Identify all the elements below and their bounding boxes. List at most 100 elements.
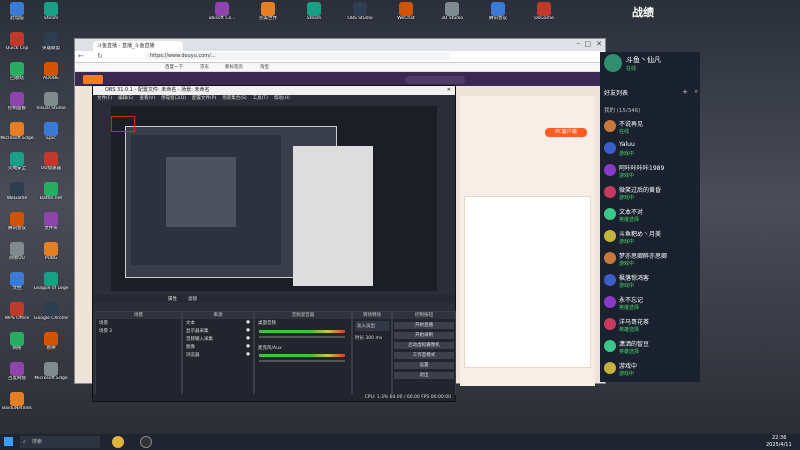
desktop-icon[interactable]: 文件夹 [34,212,68,246]
minimize-icon[interactable]: – [577,39,581,47]
friend-item[interactable]: 潇洒的智豆 英雄选择 [602,338,698,357]
desktop-icon[interactable]: Visual Studio [34,92,68,126]
control-button[interactable]: 工作室模式 [394,352,454,359]
obs-preview[interactable] [111,106,437,291]
friend-item[interactable]: 阿咔咔咔咔1989 游戏中 [602,162,698,181]
friend-item[interactable]: 洋马哥花茶 英雄选择 [602,316,698,335]
scene-item[interactable]: 场景 2 [96,327,181,335]
friend-item[interactable]: 不说再见 在线 [602,118,698,137]
douyu-search-input[interactable] [405,76,465,84]
start-icon[interactable] [4,437,13,446]
desktop-icon[interactable]: ubisoft Co... [205,2,239,36]
desktop-icon[interactable]: 腾讯会议 [0,212,34,246]
close-icon[interactable]: ✕ [596,40,602,48]
browser-tab[interactable]: 斗鱼直播 - 直播_斗鱼直播 [93,41,183,51]
control-button[interactable]: 开始直播 [394,322,454,329]
taskbar-app-chrome[interactable] [112,436,124,448]
desktop-icon[interactable]: 英雄联盟 [34,32,68,66]
bookmark-item[interactable]: 新标签页 [225,64,243,70]
control-button[interactable]: 退出 [394,372,454,379]
taskbar-app-obs[interactable] [140,436,152,448]
obs-menu-item[interactable]: 编辑(E) [118,96,133,101]
obs-menu-item[interactable]: 停靠窗口(D) [161,96,186,101]
eye-icon[interactable]: ● [246,352,250,357]
desktop-icon[interactable]: DoGame [527,2,561,36]
desktop-icon[interactable]: 控制面板 [0,92,34,126]
source-item[interactable]: ● 浏览器 [183,351,253,359]
desktop-icon[interactable]: 百度网盘 [0,362,34,396]
source-item[interactable]: ● 文本 [183,319,253,327]
desktop-icon[interactable]: WeGame [0,182,34,216]
desktop-icon[interactable]: PUBG [34,242,68,276]
scene-item[interactable]: 场景 [96,319,181,327]
friend-item[interactable]: 文本不对 英雄选择 [602,206,698,225]
toolbar-properties[interactable]: 属性 [168,296,177,302]
eye-icon[interactable]: ● [246,336,250,341]
desktop-icon[interactable]: Steam [297,2,331,36]
friend-item[interactable]: 梦亦思卿醉亦思卿 游戏中 [602,250,698,269]
maximize-icon[interactable]: □ [584,40,591,48]
desktop-icon[interactable]: 3D Studio [435,2,469,36]
back-icon[interactable]: ← [78,52,84,60]
desktop-icon[interactable]: 文档 [0,272,34,306]
desktop-icon[interactable]: WeChat [389,2,423,36]
close-icon[interactable]: ✕ [447,86,451,95]
control-button[interactable]: 启动虚拟摄像机 [394,342,454,349]
source-item[interactable]: ● 显示器采集 [183,327,253,335]
toolbar-filters[interactable]: 滤镜 [188,296,197,302]
friend-item[interactable]: 斗鱼粑め丶月美 游戏中 [602,228,698,247]
obs-menu-item[interactable]: 文件(F) [97,96,112,101]
desktop-icon[interactable]: 此电脑 [0,2,34,36]
source-item[interactable]: ● 图像 [183,343,253,351]
desktop-icon[interactable]: Battle.net [34,182,68,216]
avatar[interactable] [604,54,622,72]
bookmark-item[interactable]: 百度一下 [165,64,183,70]
desktop-icon[interactable]: UU加速器 [34,152,68,186]
douyu-logo[interactable] [83,75,103,84]
desktop-icon[interactable]: ADOBE [34,62,68,96]
desktop-icon[interactable]: Steam [34,2,68,36]
eye-icon[interactable]: ● [246,320,250,325]
desktop-icon[interactable]: 回收站 [0,62,34,96]
bookmark-item[interactable]: 京东 [200,64,209,70]
friend-item[interactable]: 永不忘记 英雄选择 [602,294,698,313]
volume-slider[interactable] [259,360,345,362]
transition-select[interactable]: 淡入淡出 [355,321,389,331]
transition-duration[interactable]: 时长 300 ms [353,333,391,343]
control-button[interactable]: 开始录制 [394,332,454,339]
friend-item[interactable]: 微笑过后的黄昏 游戏中 [602,184,698,203]
friend-item[interactable]: Yaluu 游戏中 [602,140,698,159]
desktop-icon[interactable]: Microsoft Edge [34,362,68,396]
desktop-icon[interactable]: Quick Clip [0,32,34,66]
bookmark-item[interactable]: 淘宝 [260,64,269,70]
obs-menu-item[interactable]: 查看(V) [139,96,155,101]
desktop-icon[interactable]: Google Chrome [34,302,68,336]
desktop-icon[interactable]: Microsoft Edge [0,122,34,156]
desktop-icon[interactable]: 完美世界 [251,2,285,36]
desktop-icon[interactable]: League of Legends [34,272,68,306]
friend-item[interactable]: 枫落惊鸿客 游戏中 [602,272,698,291]
refresh-icon[interactable]: ↻ [97,52,103,60]
desktop-icon[interactable]: 火绒安全 [0,152,34,186]
add-friend-icon[interactable]: + [682,88,688,96]
desktop-icon[interactable]: 腾讯会议 [481,2,515,36]
desktop-icon[interactable]: 网络 [0,332,34,366]
obs-menu-item[interactable]: 场景集合(S) [222,96,246,101]
pc-client-button[interactable]: PC客户端 [545,128,587,137]
desktop-icon[interactable]: WPS Office [0,302,34,336]
obs-menu-item[interactable]: 配置文件(P) [192,96,216,101]
search-box[interactable]: ⌕ 搜索 [20,436,100,448]
obs-menu-item[interactable]: 工具(T) [253,96,268,101]
desktop-icon[interactable]: 原神 [34,332,68,366]
eye-icon[interactable]: ● [246,328,250,333]
friend-item[interactable]: 游戏中 游戏中 [602,360,698,379]
eye-icon[interactable]: ● [246,344,250,349]
volume-slider[interactable] [259,336,345,338]
control-button[interactable]: 设置 [394,362,454,369]
obs-menu-item[interactable]: 帮助(H) [274,96,290,101]
search-icon[interactable]: ⌕ [695,88,698,96]
clock-time[interactable]: 22:36 [772,435,786,441]
clock-date[interactable]: 2025/4/11 [766,442,792,448]
source-item[interactable]: ● 音频输入采集 [183,335,253,343]
desktop-icon[interactable]: Epic [34,122,68,156]
